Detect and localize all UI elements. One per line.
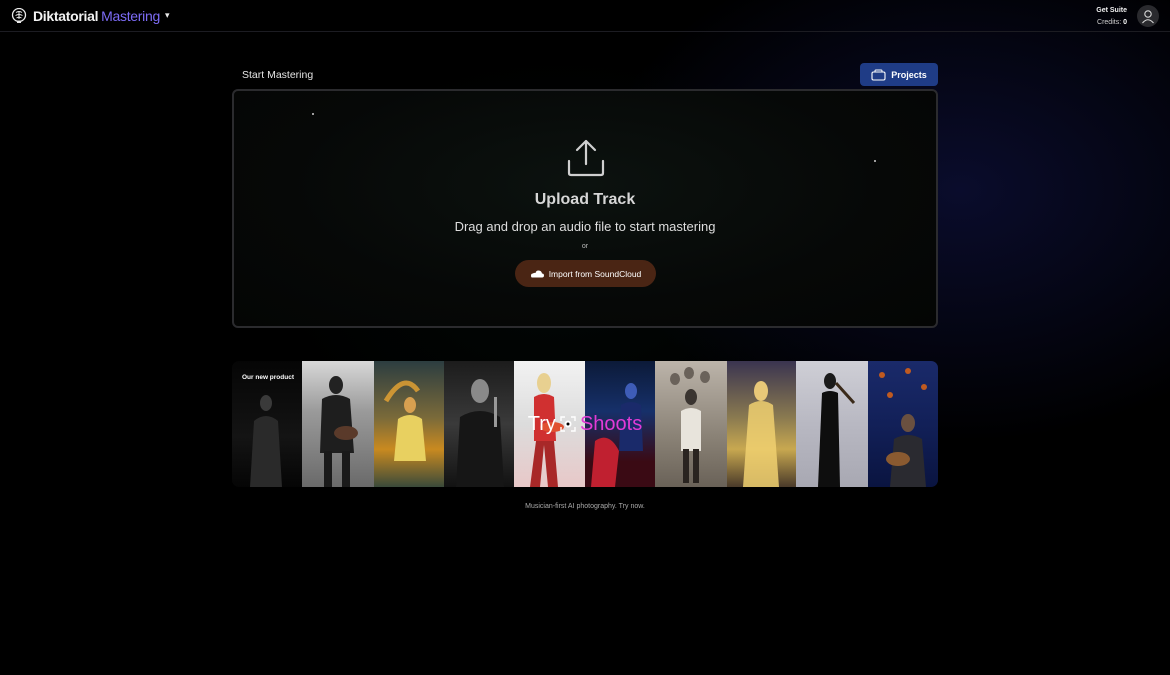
promo-photo-tile bbox=[727, 361, 796, 487]
suite-info: Get Suite Credits: 0 bbox=[1096, 6, 1127, 27]
banner-tag: Our new product bbox=[242, 374, 294, 381]
upload-arrow-icon bbox=[567, 139, 605, 177]
promo-photo-tile bbox=[514, 361, 585, 487]
brand-product: Mastering bbox=[101, 7, 160, 24]
promo-photo-tile bbox=[444, 361, 514, 487]
folder-icon bbox=[871, 69, 886, 81]
promo-photo-tile bbox=[655, 361, 727, 487]
shoots-promo-banner[interactable]: Our new product Try Shoots bbox=[232, 361, 938, 487]
upload-dropzone[interactable]: Upload Track Drag and drop an audio file… bbox=[232, 89, 938, 328]
brand-name: Diktatorial bbox=[33, 7, 99, 24]
user-avatar-button[interactable] bbox=[1137, 5, 1159, 27]
credits-display: Credits: 0 bbox=[1097, 19, 1127, 26]
promo-photo-tile bbox=[302, 361, 374, 487]
import-soundcloud-button[interactable]: Import from SoundCloud bbox=[515, 260, 656, 287]
credits-value: 0 bbox=[1123, 18, 1127, 26]
soundcloud-cloud-icon bbox=[530, 270, 544, 278]
projects-label: Projects bbox=[891, 69, 927, 80]
get-suite-link[interactable]: Get Suite bbox=[1096, 6, 1127, 15]
top-navigation-bar: Diktatorial Mastering ▾ Get Suite Credit… bbox=[0, 0, 1170, 32]
promo-photo-tile bbox=[374, 361, 444, 487]
user-avatar-icon bbox=[1142, 10, 1154, 24]
banner-caption: Musician-first AI photography. Try now. bbox=[525, 503, 645, 510]
sparkle-decoration bbox=[312, 113, 314, 115]
or-divider: or bbox=[581, 243, 589, 250]
page-title: Start Mastering bbox=[242, 69, 314, 81]
credits-label: Credits: bbox=[1097, 18, 1122, 26]
brand-menu[interactable]: Diktatorial Mastering ▾ bbox=[11, 7, 170, 24]
account-area: Get Suite Credits: 0 bbox=[1096, 0, 1170, 32]
upload-title: Upload Track bbox=[534, 191, 636, 208]
promo-photo-tile bbox=[585, 361, 655, 487]
upload-subtitle: Drag and drop an audio file to start mas… bbox=[454, 219, 716, 234]
promo-photo-tile bbox=[868, 361, 938, 487]
brain-logo-icon bbox=[11, 7, 27, 23]
promo-photo-tile bbox=[796, 361, 868, 487]
chevron-down-icon: ▾ bbox=[164, 10, 170, 20]
sparkle-decoration bbox=[874, 160, 876, 162]
soundcloud-label: Import from SoundCloud bbox=[548, 268, 642, 279]
projects-button[interactable]: Projects bbox=[860, 63, 938, 86]
